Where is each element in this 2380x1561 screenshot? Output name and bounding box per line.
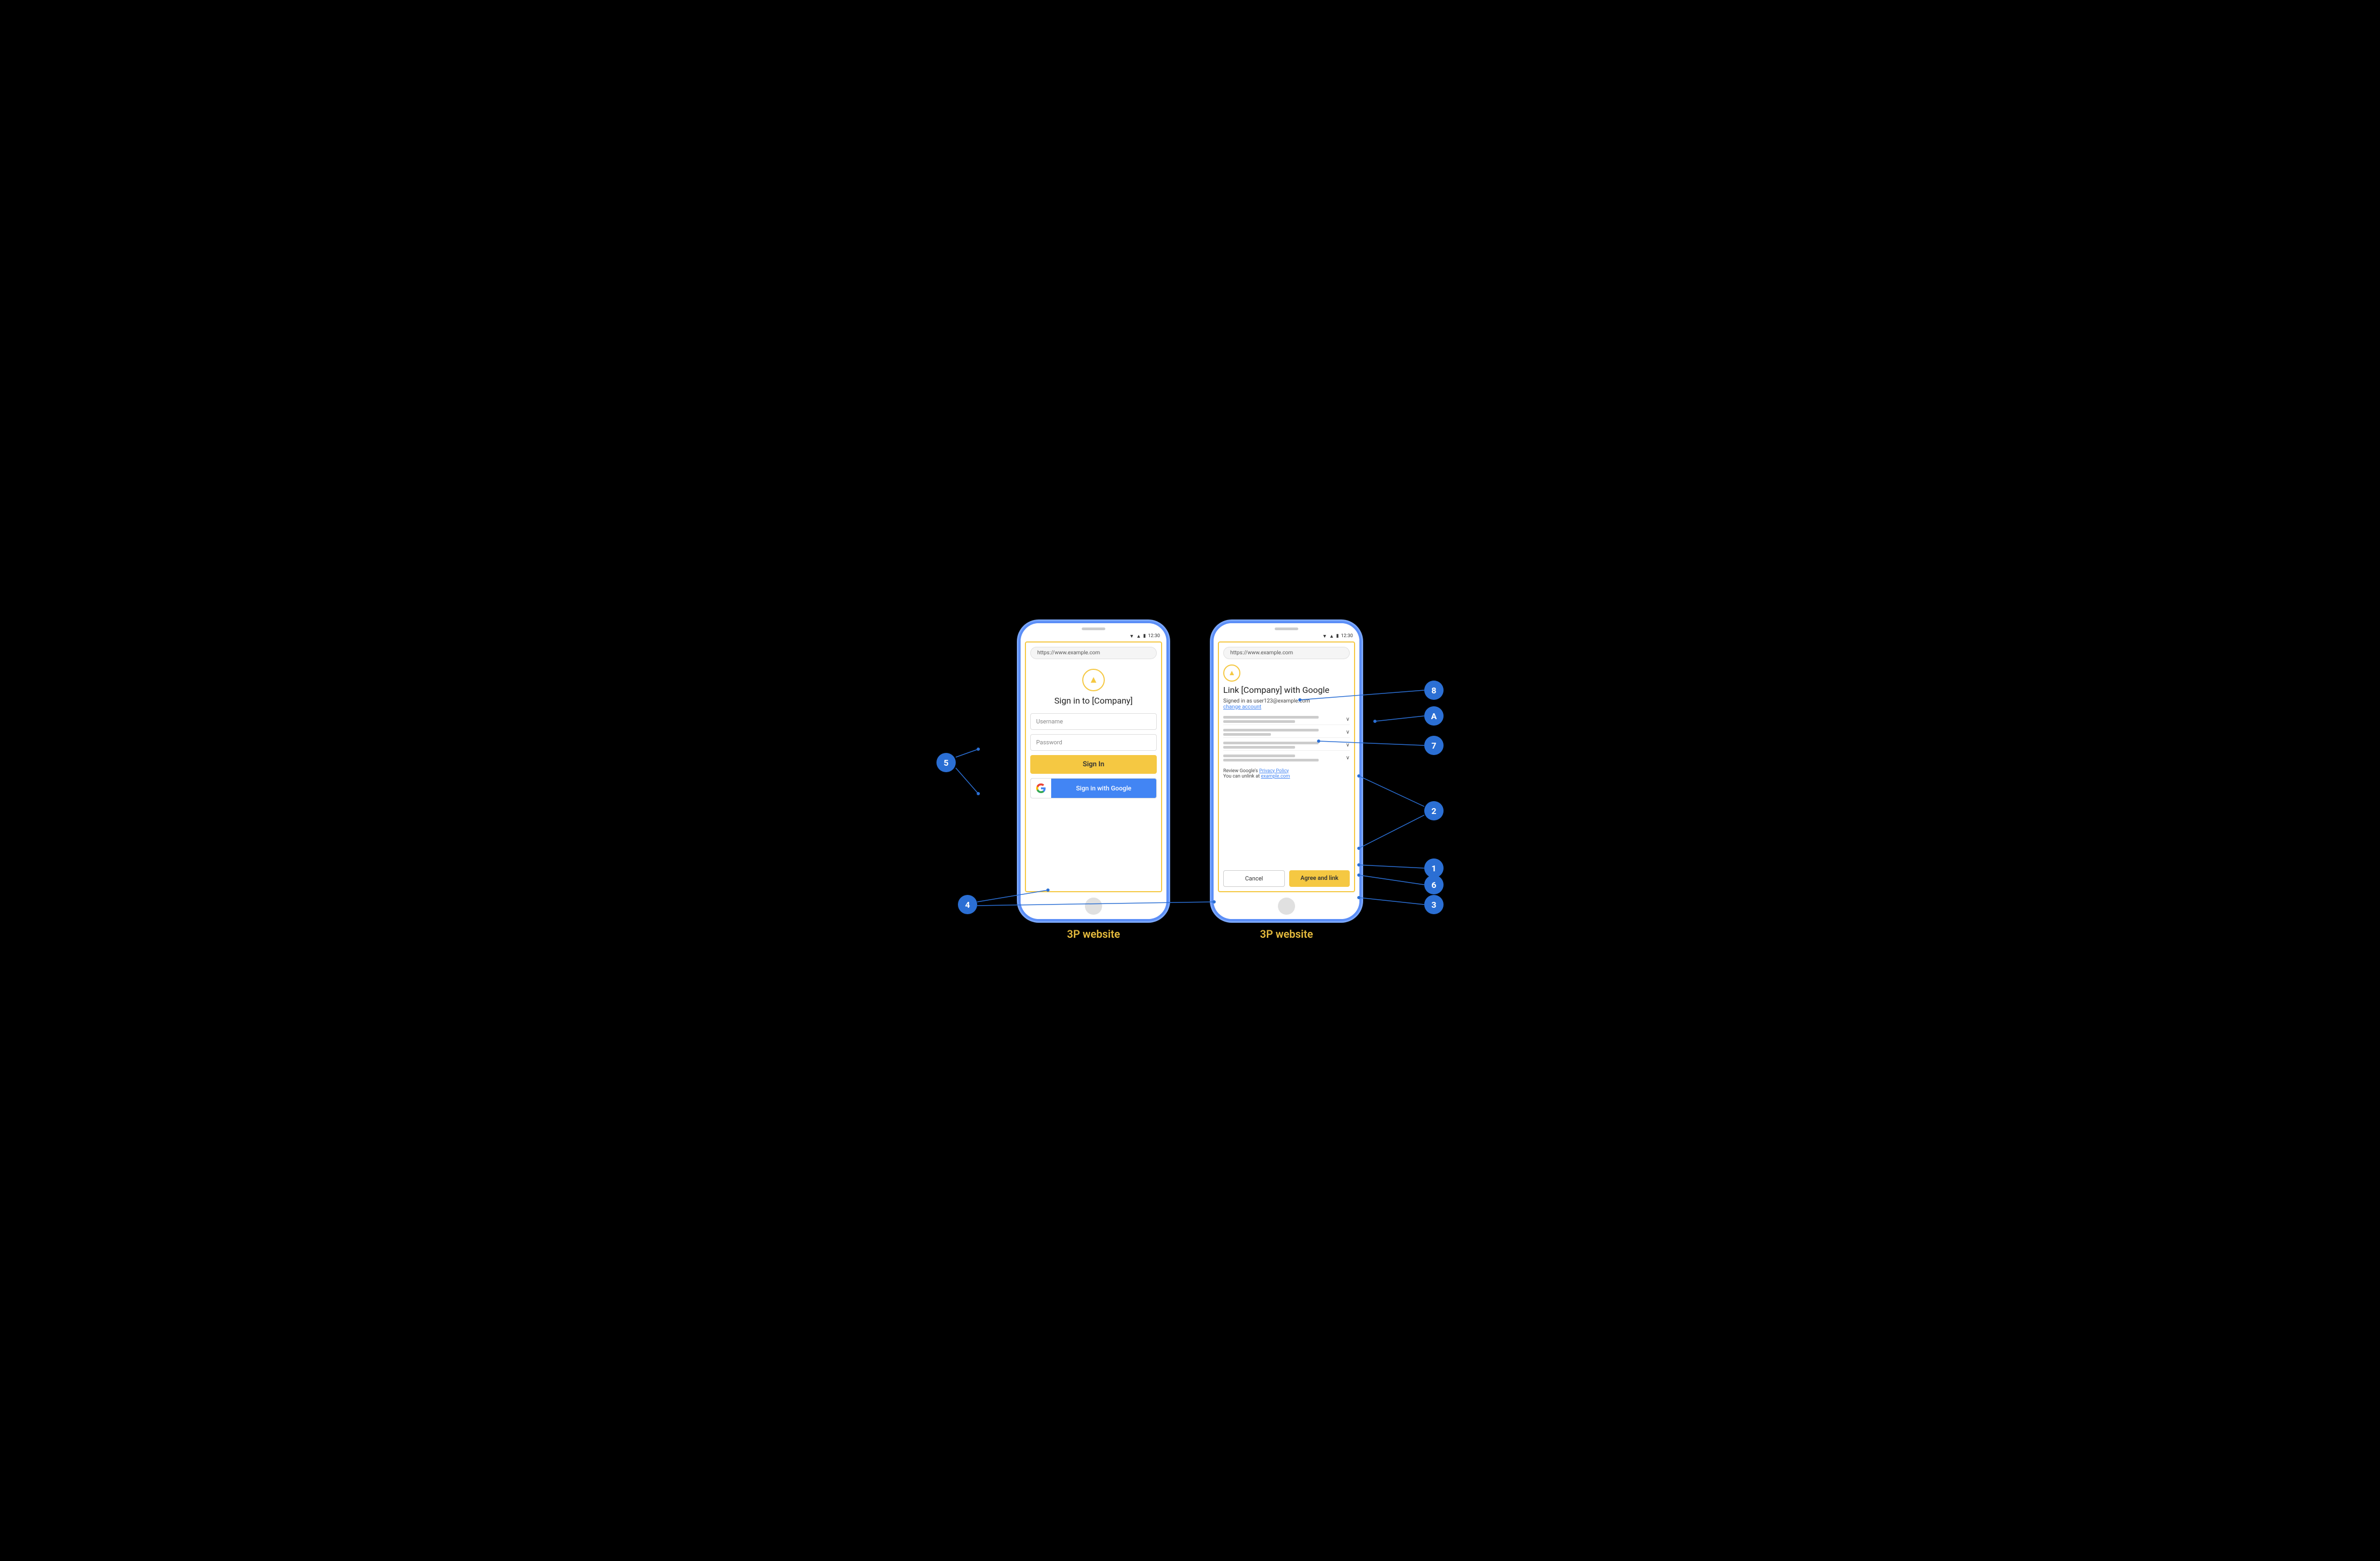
privacy-text: Review Google's Privacy Policy	[1223, 768, 1350, 774]
dot-A	[1373, 720, 1377, 723]
phone2-speaker	[1275, 628, 1298, 630]
permission-lines-1	[1223, 716, 1343, 723]
badge-1-circle	[1424, 858, 1444, 878]
chevron-icon-4[interactable]: ∨	[1346, 755, 1350, 761]
badge-7-label: 7	[1431, 741, 1436, 751]
privacy-policy-link[interactable]: Privacy Policy	[1259, 768, 1289, 774]
badge-6-circle	[1424, 875, 1444, 894]
line-A	[1375, 716, 1424, 721]
badge-3-label: 3	[1431, 900, 1436, 910]
badge-2-label: 2	[1431, 806, 1436, 816]
diagram-container: ▼ ▲ ▮ 12:30 https://www.example.com ▲ Si…	[892, 586, 1488, 976]
badge-7-circle	[1424, 736, 1444, 755]
permission-item-2: ∨	[1223, 727, 1350, 738]
phone1-battery-icon: ▮	[1143, 633, 1146, 639]
permission-item-4: ∨	[1223, 753, 1350, 763]
badge-5-circle	[936, 753, 956, 772]
dot-5-bottom	[977, 792, 980, 795]
google-icon-box	[1031, 778, 1051, 798]
badge-5-label: 5	[943, 758, 948, 768]
phone1-wrapper: ▼ ▲ ▮ 12:30 https://www.example.com ▲ Si…	[1018, 621, 1169, 940]
phone1-url-bar: https://www.example.com	[1030, 647, 1157, 659]
line-2-bottom	[1359, 815, 1424, 848]
agree-link-button[interactable]: Agree and link	[1289, 870, 1350, 887]
cancel-button[interactable]: Cancel	[1223, 870, 1285, 887]
phone2-wifi-icon: ▼	[1322, 633, 1327, 639]
perm-line	[1223, 755, 1295, 757]
phone2-label: 3P website	[1260, 928, 1313, 940]
line-3	[1359, 898, 1424, 905]
sign-in-button[interactable]: Sign In	[1030, 755, 1157, 774]
phone2-home-button[interactable]	[1278, 898, 1295, 915]
line-5-bottom	[956, 768, 978, 794]
badge-6-label: 6	[1431, 880, 1436, 890]
permission-lines-2	[1223, 729, 1343, 736]
buttons-row: Cancel Agree and link	[1223, 870, 1350, 887]
phones-row: ▼ ▲ ▮ 12:30 https://www.example.com ▲ Si…	[1018, 621, 1362, 940]
google-sign-in-button[interactable]: Sign in with Google	[1030, 778, 1157, 798]
google-g-icon	[1036, 783, 1046, 793]
phone2: ▼ ▲ ▮ 12:30 https://www.example.com ▲ Li…	[1211, 621, 1362, 921]
username-field[interactable]: Username	[1030, 713, 1157, 730]
phone2-title: Link [Company] with Google	[1223, 685, 1350, 695]
phone2-battery-icon: ▮	[1336, 633, 1339, 639]
badge-4-label: 4	[965, 900, 970, 910]
line-2-top	[1359, 776, 1424, 806]
permission-item-1: ∨	[1223, 714, 1350, 725]
phone1-top-bar	[1021, 623, 1166, 632]
signed-in-text: Signed in as user123@example.com	[1223, 698, 1350, 704]
badge-1-label: 1	[1431, 863, 1436, 873]
perm-line	[1223, 746, 1295, 749]
perm-line	[1223, 729, 1319, 731]
phone1-speaker	[1082, 628, 1105, 630]
line-5-top	[956, 749, 978, 757]
phone1-wifi-icon: ▼	[1129, 633, 1134, 639]
phone2-status-bar: ▼ ▲ ▮ 12:30	[1214, 632, 1359, 640]
phone1-status-bar: ▼ ▲ ▮ 12:30	[1021, 632, 1166, 640]
chevron-icon-2[interactable]: ∨	[1346, 729, 1350, 735]
badge-A-circle	[1424, 706, 1444, 726]
phone2-top-bar	[1214, 623, 1359, 632]
badge-4-circle	[958, 895, 977, 914]
phone1-company-logo: ▲	[1082, 669, 1105, 691]
phone2-company-logo: ▲	[1223, 664, 1240, 682]
perm-line	[1223, 720, 1295, 723]
phone1-signal-icon: ▲	[1136, 633, 1141, 639]
unlink-text: You can unlink at example.com	[1223, 774, 1350, 779]
phone2-content: https://www.example.com ▲ Link [Company]…	[1218, 641, 1355, 892]
phone2-wrapper: ▼ ▲ ▮ 12:30 https://www.example.com ▲ Li…	[1211, 621, 1362, 940]
change-account-link[interactable]: change account	[1223, 704, 1350, 710]
phone1: ▼ ▲ ▮ 12:30 https://www.example.com ▲ Si…	[1018, 621, 1169, 921]
unlink-link[interactable]: example.com	[1261, 774, 1290, 779]
perm-line	[1223, 716, 1319, 719]
dot-5-top	[977, 748, 980, 751]
badge-2-circle	[1424, 801, 1444, 820]
phone1-time: 12:30	[1148, 633, 1160, 639]
line-6	[1359, 875, 1424, 885]
badge-3-circle	[1424, 895, 1444, 914]
phone1-bottom	[1021, 893, 1166, 919]
badge-8-circle	[1424, 681, 1444, 700]
line-1	[1359, 865, 1424, 868]
badge-A-label: A	[1431, 711, 1437, 721]
phone1-label: 3P website	[1067, 928, 1120, 940]
google-button-text: Sign in with Google	[1051, 785, 1156, 792]
perm-line	[1223, 742, 1319, 744]
phone2-signal-icon: ▲	[1329, 633, 1334, 639]
badge-8-label: 8	[1431, 685, 1436, 696]
perm-line	[1223, 759, 1319, 761]
permission-lines-4	[1223, 755, 1343, 761]
chevron-icon-3[interactable]: ∨	[1346, 742, 1350, 748]
permission-item-3: ∨	[1223, 740, 1350, 751]
phone2-url-bar: https://www.example.com	[1223, 647, 1350, 659]
phone1-title: Sign in to [Company]	[1030, 696, 1157, 706]
phone2-bottom	[1214, 893, 1359, 919]
phone2-time: 12:30	[1341, 633, 1353, 639]
phone1-home-button[interactable]	[1085, 898, 1102, 915]
password-field[interactable]: Password	[1030, 734, 1157, 751]
chevron-icon-1[interactable]: ∨	[1346, 716, 1350, 722]
phone1-content: https://www.example.com ▲ Sign in to [Co…	[1025, 641, 1162, 892]
permission-lines-3	[1223, 742, 1343, 749]
perm-line	[1223, 733, 1271, 736]
